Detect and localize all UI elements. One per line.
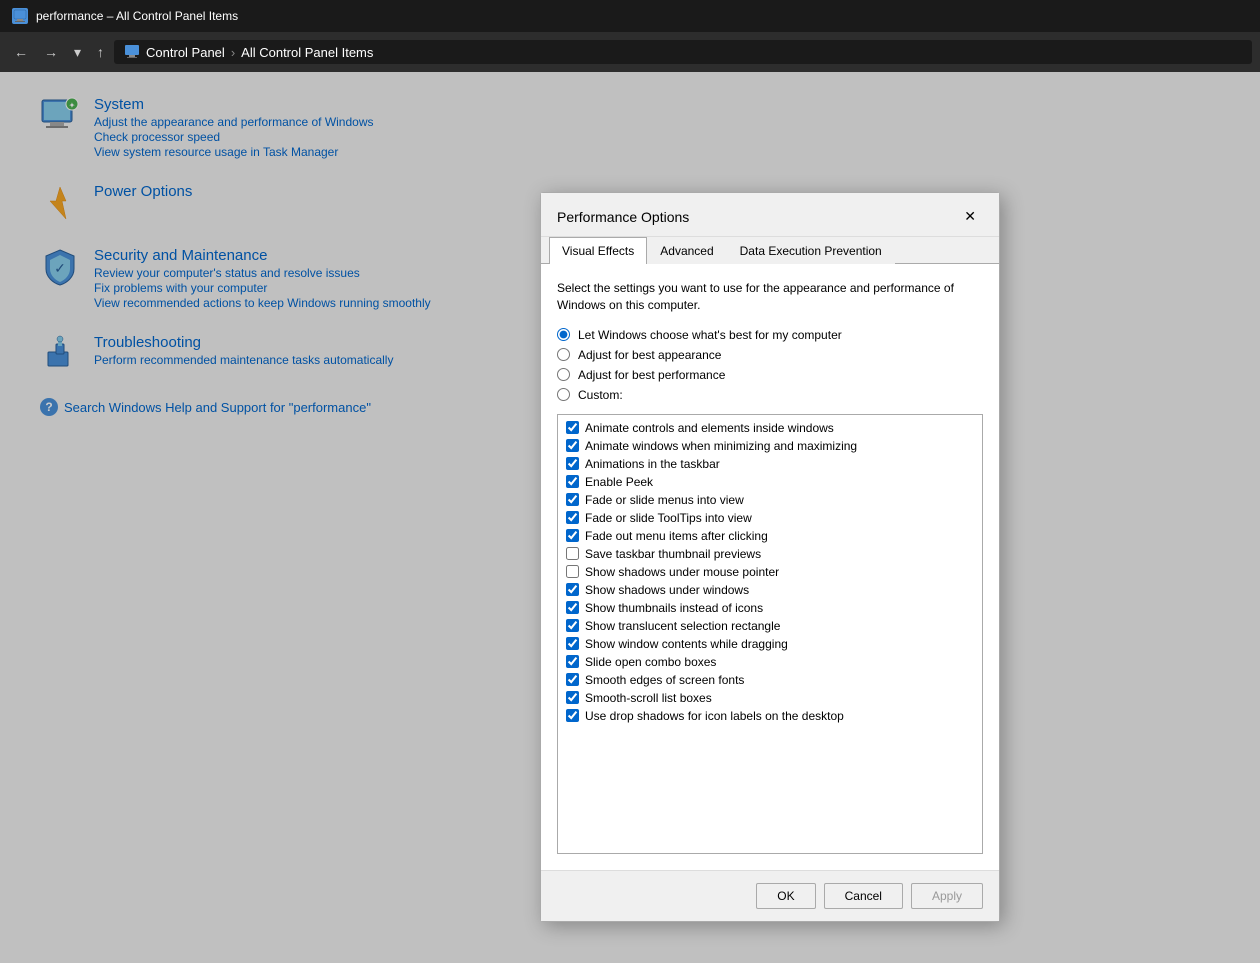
radio-best-performance[interactable] (557, 368, 570, 381)
dialog-title: Performance Options (557, 209, 689, 225)
down-button[interactable]: ▾ (68, 40, 87, 65)
dialog-title-bar: Performance Options ✕ (541, 193, 999, 237)
checkbox-11[interactable] (566, 619, 579, 632)
check-item-6[interactable]: Fade out menu items after clicking (562, 527, 978, 545)
up-button[interactable]: ↑ (91, 40, 110, 64)
tab-advanced[interactable]: Advanced (647, 237, 726, 264)
forward-button[interactable]: → (38, 40, 64, 64)
check-item-16[interactable]: Use drop shadows for icon labels on the … (562, 707, 978, 725)
check-item-15[interactable]: Smooth-scroll list boxes (562, 689, 978, 707)
dialog-footer: OK Cancel Apply (541, 870, 999, 921)
checkbox-label-12: Show window contents while dragging (585, 637, 788, 651)
check-item-2[interactable]: Animations in the taskbar (562, 455, 978, 473)
check-item-12[interactable]: Show window contents while dragging (562, 635, 978, 653)
dialog-body: Select the settings you want to use for … (541, 264, 999, 870)
breadcrumb-all-items: All Control Panel Items (241, 45, 373, 60)
checkbox-4[interactable] (566, 493, 579, 506)
back-button[interactable]: ← (8, 40, 34, 64)
radio-item-3[interactable]: Adjust for best performance (557, 368, 983, 382)
breadcrumb-control-panel: Control Panel (146, 45, 225, 60)
checkbox-15[interactable] (566, 691, 579, 704)
dialog-tabs: Visual Effects Advanced Data Execution P… (541, 237, 999, 264)
check-item-1[interactable]: Animate windows when minimizing and maxi… (562, 437, 978, 455)
checkbox-label-8: Show shadows under mouse pointer (585, 565, 779, 579)
checkbox-label-13: Slide open combo boxes (585, 655, 716, 669)
check-item-9[interactable]: Show shadows under windows (562, 581, 978, 599)
breadcrumb-sep-1: › (231, 45, 235, 60)
radio-item-4[interactable]: Custom: (557, 388, 983, 402)
radio-label-4: Custom: (578, 388, 623, 402)
checkbox-12[interactable] (566, 637, 579, 650)
custom-effects-list[interactable]: Animate controls and elements inside win… (557, 414, 983, 854)
checkbox-label-5: Fade or slide ToolTips into view (585, 511, 752, 525)
checkbox-9[interactable] (566, 583, 579, 596)
checkbox-label-15: Smooth-scroll list boxes (585, 691, 712, 705)
ok-button[interactable]: OK (756, 883, 815, 909)
check-item-13[interactable]: Slide open combo boxes (562, 653, 978, 671)
checkbox-label-2: Animations in the taskbar (585, 457, 720, 471)
checkbox-label-0: Animate controls and elements inside win… (585, 421, 834, 435)
checkbox-7[interactable] (566, 547, 579, 560)
radio-label-1: Let Windows choose what's best for my co… (578, 328, 842, 342)
address-bar: ← → ▾ ↑ Control Panel › All Control Pane… (0, 32, 1260, 72)
check-item-14[interactable]: Smooth edges of screen fonts (562, 671, 978, 689)
radio-label-3: Adjust for best performance (578, 368, 725, 382)
check-item-0[interactable]: Animate controls and elements inside win… (562, 419, 978, 437)
dialog-description: Select the settings you want to use for … (557, 280, 983, 314)
apply-button[interactable]: Apply (911, 883, 983, 909)
dialog-close-button[interactable]: ✕ (957, 205, 983, 228)
checkbox-1[interactable] (566, 439, 579, 452)
check-item-7[interactable]: Save taskbar thumbnail previews (562, 545, 978, 563)
radio-best-appearance[interactable] (557, 348, 570, 361)
checkbox-5[interactable] (566, 511, 579, 524)
checkbox-label-10: Show thumbnails instead of icons (585, 601, 763, 615)
checkbox-label-16: Use drop shadows for icon labels on the … (585, 709, 844, 723)
radio-item-2[interactable]: Adjust for best appearance (557, 348, 983, 362)
checkbox-label-1: Animate windows when minimizing and maxi… (585, 439, 857, 453)
radio-label-2: Adjust for best appearance (578, 348, 721, 362)
check-item-5[interactable]: Fade or slide ToolTips into view (562, 509, 978, 527)
check-item-8[interactable]: Show shadows under mouse pointer (562, 563, 978, 581)
checkbox-label-4: Fade or slide menus into view (585, 493, 744, 507)
cancel-button[interactable]: Cancel (824, 883, 903, 909)
checkbox-14[interactable] (566, 673, 579, 686)
radio-custom[interactable] (557, 388, 570, 401)
check-item-3[interactable]: Enable Peek (562, 473, 978, 491)
performance-options-dialog: Performance Options ✕ Visual Effects Adv… (540, 192, 1000, 922)
checkbox-16[interactable] (566, 709, 579, 722)
checkbox-10[interactable] (566, 601, 579, 614)
checkbox-label-11: Show translucent selection rectangle (585, 619, 780, 633)
radio-group: Let Windows choose what's best for my co… (557, 328, 983, 402)
checkbox-0[interactable] (566, 421, 579, 434)
check-item-11[interactable]: Show translucent selection rectangle (562, 617, 978, 635)
checkbox-8[interactable] (566, 565, 579, 578)
checkbox-3[interactable] (566, 475, 579, 488)
check-item-10[interactable]: Show thumbnails instead of icons (562, 599, 978, 617)
address-input[interactable]: Control Panel › All Control Panel Items (114, 40, 1252, 64)
checkbox-label-9: Show shadows under windows (585, 583, 749, 597)
checkbox-label-7: Save taskbar thumbnail previews (585, 547, 761, 561)
checkbox-label-3: Enable Peek (585, 475, 653, 489)
tab-dep[interactable]: Data Execution Prevention (727, 237, 895, 264)
radio-windows-best[interactable] (557, 328, 570, 341)
main-content: ✦ System Adjust the appearance and perfo… (0, 72, 1260, 963)
check-item-4[interactable]: Fade or slide menus into view (562, 491, 978, 509)
checkbox-2[interactable] (566, 457, 579, 470)
radio-item-1[interactable]: Let Windows choose what's best for my co… (557, 328, 983, 342)
window-title: performance – All Control Panel Items (36, 9, 238, 23)
checkbox-13[interactable] (566, 655, 579, 668)
checkbox-6[interactable] (566, 529, 579, 542)
app-icon (12, 8, 28, 24)
tab-visual-effects[interactable]: Visual Effects (549, 237, 647, 264)
checkbox-label-14: Smooth edges of screen fonts (585, 673, 744, 687)
title-bar: performance – All Control Panel Items (0, 0, 1260, 32)
checkbox-label-6: Fade out menu items after clicking (585, 529, 768, 543)
